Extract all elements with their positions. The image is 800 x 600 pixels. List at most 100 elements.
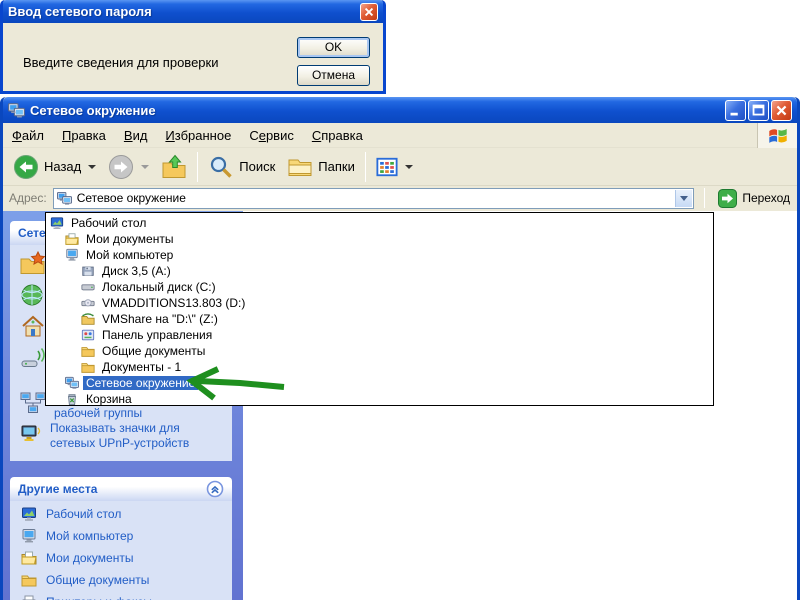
views-dropdown-caret[interactable] [405, 165, 413, 169]
menu-bar: Файл Правка Вид Избранное Сервис Справка [3, 123, 797, 148]
home-network-icon [20, 315, 46, 339]
dropdown-item-shared-documents[interactable]: Общие документы [46, 343, 713, 359]
menu-view[interactable]: Вид [115, 124, 157, 147]
place-shared-documents[interactable]: Общие документы [14, 569, 228, 591]
dialog-title: Ввод сетевого пароля [8, 4, 355, 19]
dropdown-item-cd-d[interactable]: VMADDITIONS13.803 (D:) [46, 295, 713, 311]
toolbar-separator [704, 188, 705, 208]
address-label: Адрес: [9, 191, 47, 205]
workgroup-task-label[interactable]: рабочей группы [54, 406, 142, 421]
workgroup-icon [20, 391, 46, 415]
chevron-down-icon [680, 196, 688, 201]
back-dropdown-caret[interactable] [88, 165, 96, 169]
menu-favorites[interactable]: Избранное [156, 124, 240, 147]
chevron-up-circle-icon[interactable] [206, 480, 224, 498]
windows-logo-icon [757, 123, 797, 148]
my-documents-icon [21, 550, 37, 566]
minimize-button[interactable] [725, 100, 746, 121]
window-titlebar[interactable]: Сетевое окружение [3, 97, 797, 123]
toolbar-separator [197, 152, 198, 182]
go-label: Переход [742, 191, 790, 205]
my-computer-icon [21, 528, 37, 544]
recycle-bin-icon [65, 392, 79, 406]
floppy-icon [81, 264, 95, 278]
my-computer-icon [65, 248, 79, 262]
add-network-place-icon [20, 251, 46, 275]
cancel-button[interactable]: Отмена [297, 65, 370, 86]
toolbar-separator [365, 152, 366, 182]
close-button[interactable] [771, 100, 792, 121]
network-places-icon [8, 102, 25, 119]
place-my-documents[interactable]: Мои документы [14, 547, 228, 569]
back-button[interactable]: Назад [7, 151, 102, 183]
upnp-task-label[interactable]: Показывать значки для сетевых UPnP-устро… [50, 421, 218, 451]
folder-icon [81, 344, 95, 358]
folders-label: Папки [318, 159, 355, 174]
my-documents-icon [65, 232, 79, 246]
dropdown-item-local-disk-c[interactable]: Локальный диск (C:) [46, 279, 713, 295]
desktop-icon [21, 506, 37, 522]
menu-edit[interactable]: Правка [53, 124, 115, 147]
address-combobox[interactable]: Сетевое окружение [53, 188, 695, 209]
go-icon [718, 189, 737, 208]
wireless-network-icon [20, 347, 46, 371]
dropdown-item-my-documents[interactable]: Мои документы [46, 231, 713, 247]
desktop-icon [50, 216, 64, 230]
dropdown-item-documents-1[interactable]: Документы - 1 [46, 359, 713, 375]
upnp-device-icon [20, 424, 42, 446]
folders-button[interactable]: Папки [281, 151, 361, 183]
hdd-icon [81, 280, 95, 294]
folder-icon [21, 572, 37, 588]
control-panel-icon [81, 328, 95, 342]
dialog-body: Введите сведения для проверки OK Отмена [3, 23, 383, 91]
place-my-computer[interactable]: Мой компьютер [14, 525, 228, 547]
toolbar: Назад Поиск Папки [3, 148, 797, 186]
ok-button[interactable]: OK [297, 37, 370, 58]
other-places-header[interactable]: Другие места [10, 477, 232, 501]
folder-icon [81, 360, 95, 374]
forward-button[interactable] [102, 151, 155, 183]
address-dropdown-button[interactable] [675, 190, 692, 207]
forward-icon [108, 154, 134, 180]
address-dropdown-list: Рабочий стол Мои документы Мой компьютер… [45, 212, 714, 406]
task-show-upnp-icons[interactable]: Показывать значки для сетевых UPnP-устро… [14, 421, 228, 455]
menu-tools[interactable]: Сервис [240, 124, 303, 147]
go-button[interactable]: Переход [715, 189, 793, 208]
dialog-message: Введите сведения для проверки [23, 55, 218, 70]
place-desktop[interactable]: Рабочий стол [14, 503, 228, 525]
dropdown-item-control-panel[interactable]: Панель управления [46, 327, 713, 343]
annotation-arrow [182, 363, 294, 405]
network-places-icon [65, 376, 79, 390]
search-button[interactable]: Поиск [202, 151, 281, 183]
back-label: Назад [44, 159, 81, 174]
place-printers[interactable]: Принтеры и факсы [14, 591, 228, 600]
other-places-title: Другие места [18, 482, 97, 496]
menu-file[interactable]: Файл [3, 124, 53, 147]
dropdown-item-floppy-a[interactable]: Диск 3,5 (A:) [46, 263, 713, 279]
dropdown-item-vmshare-z[interactable]: VMShare на "D:\" (Z:) [46, 311, 713, 327]
address-bar: Адрес: Сетевое окружение Переход [3, 186, 797, 211]
views-icon [376, 156, 398, 178]
other-places-panel: Другие места Рабочий стол Мой компьютер … [10, 477, 232, 600]
other-places-body: Рабочий стол Мой компьютер Мои документы… [10, 501, 232, 600]
cd-icon [81, 296, 95, 310]
dropdown-item-network-places-selected[interactable]: Сетевое окружение [46, 375, 713, 391]
dialog-titlebar[interactable]: Ввод сетевого пароля [3, 0, 383, 23]
address-value: Сетевое окружение [77, 191, 186, 205]
back-icon [13, 154, 39, 180]
search-icon [208, 154, 234, 180]
views-button[interactable] [370, 153, 419, 181]
dialog-close-button[interactable] [360, 3, 378, 21]
menu-help[interactable]: Справка [303, 124, 372, 147]
network-password-dialog: Ввод сетевого пароля Введите сведения дл… [0, 0, 386, 94]
dropdown-item-my-computer[interactable]: Мой компьютер [46, 247, 713, 263]
up-button[interactable] [155, 151, 193, 183]
network-connections-icon [20, 283, 46, 307]
search-label: Поиск [239, 159, 275, 174]
network-places-icon [57, 191, 72, 206]
maximize-button[interactable] [748, 100, 769, 121]
dropdown-item-recycle-bin[interactable]: Корзина [46, 391, 713, 406]
net-drive-icon [81, 312, 95, 326]
window-title: Сетевое окружение [30, 103, 720, 118]
dropdown-item-desktop[interactable]: Рабочий стол [46, 215, 713, 231]
